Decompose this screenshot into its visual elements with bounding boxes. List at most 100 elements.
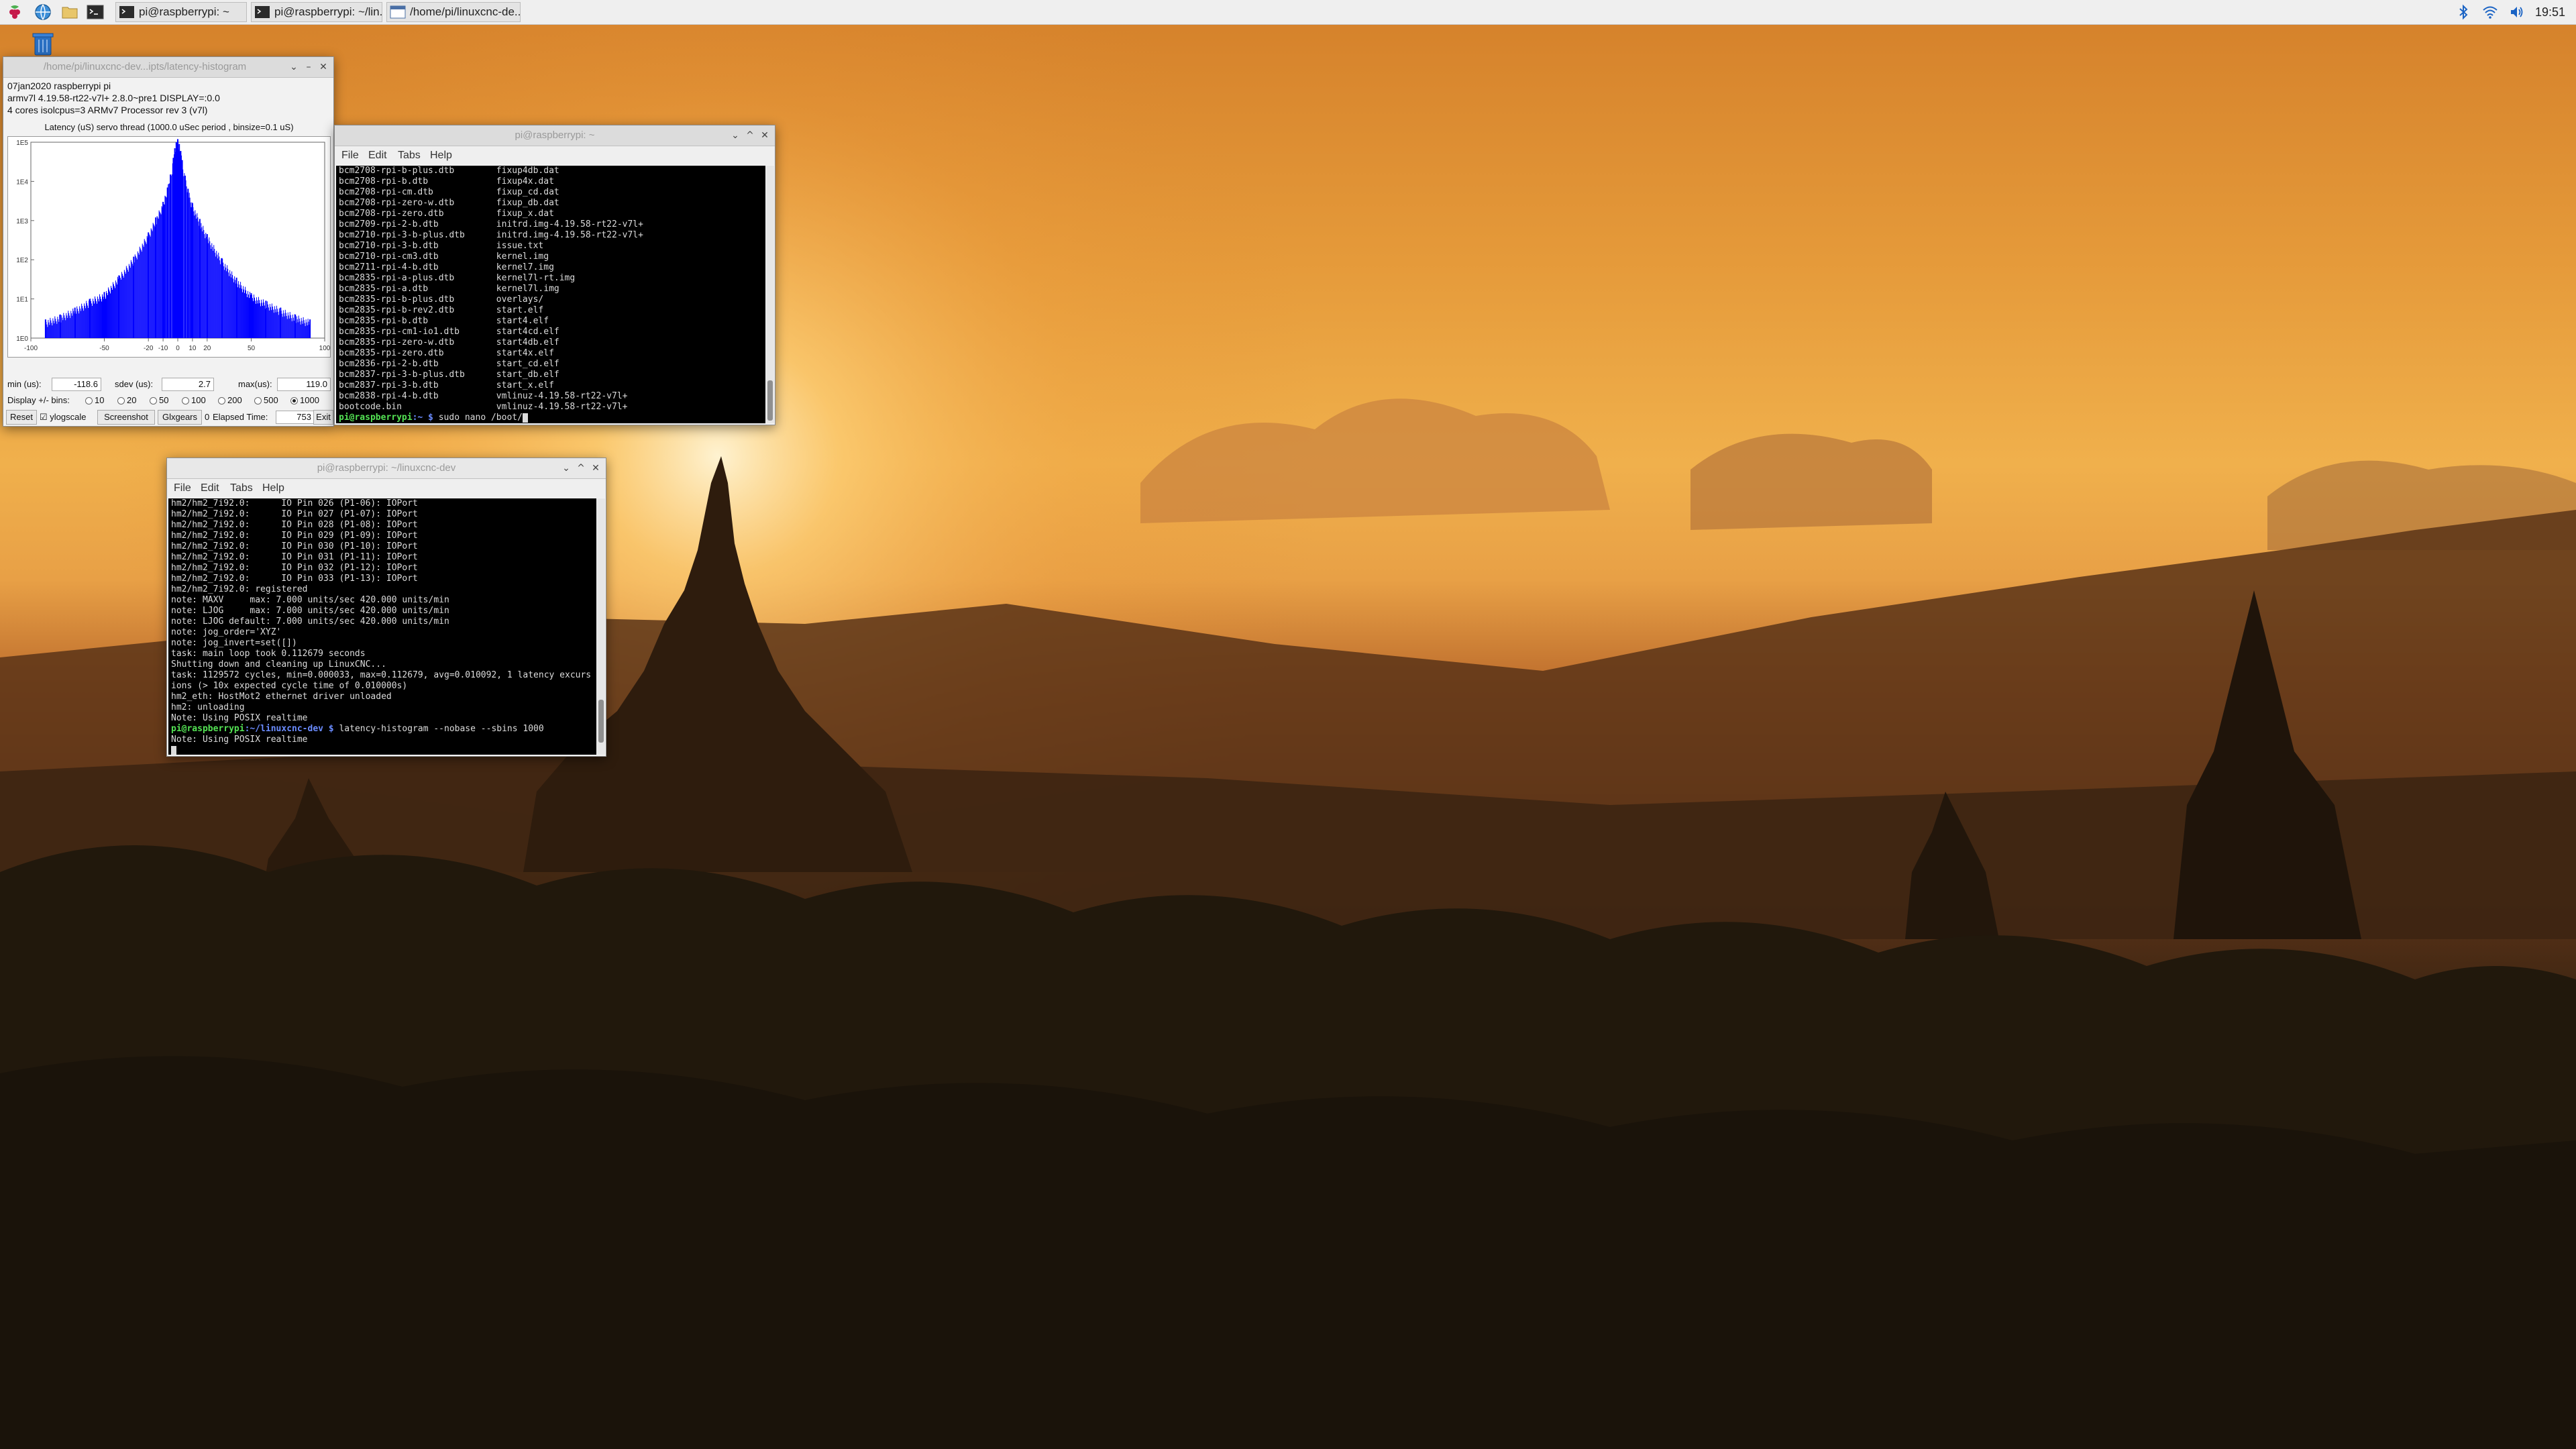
bins-option-10: 10 (95, 395, 105, 405)
exit-button[interactable]: Exit (313, 410, 333, 425)
terminal-line: bcm2836-rpi-2-b.dtb start_cd.elf (339, 359, 559, 369)
max-value: 119.0 (277, 378, 331, 391)
wifi-icon[interactable] (2482, 4, 2498, 20)
minimize-icon[interactable]: – (303, 61, 315, 73)
task-terminal-home[interactable]: pi@raspberrypi: ~ (115, 2, 247, 22)
task-label: /home/pi/linuxcnc-de... (410, 5, 521, 18)
terminal-line: bcm2835-rpi-b.dtb start4.elf (339, 316, 549, 326)
bluetooth-icon[interactable] (2455, 4, 2471, 20)
bins-option-1000: 1000 (300, 395, 319, 405)
sdev-label: sdev (us): (115, 379, 154, 389)
elapsed-label: Elapsed Time: (213, 412, 268, 422)
min-value: -118.6 (52, 378, 101, 391)
menu-file[interactable]: File (174, 479, 191, 498)
scrollbar-thumb[interactable] (767, 380, 773, 421)
terminal-icon (119, 6, 134, 18)
x-tick-label: -20 (144, 345, 154, 352)
terminal-scrollbar[interactable] (597, 498, 605, 755)
terminal-scrollbar[interactable] (766, 166, 774, 423)
terminal-line: bootcode.bin vmlinuz-4.19.58-rt22-v7l+ (339, 402, 628, 412)
terminal-line: bcm2708-rpi-zero.dtb fixup_x.dat (339, 209, 554, 219)
terminal-icon (255, 6, 270, 18)
info-line-date: 07jan2020 raspberrypi pi (7, 80, 111, 91)
file-manager-icon[interactable] (60, 3, 79, 21)
terminal-line: task: 1129572 cycles, min=0.000033, max=… (171, 670, 592, 680)
ylogscale-checkbox[interactable]: ☑ ylogscale (40, 411, 86, 424)
web-browser-icon[interactable] (34, 3, 52, 21)
terminal-output[interactable]: hm2/hm2_7i92.0: IO Pin 026 (P1-06): IOPo… (168, 498, 596, 755)
screenshot-button[interactable]: Screenshot (97, 410, 155, 425)
menu-file[interactable]: File (341, 146, 359, 165)
bins-radio-200[interactable] (218, 397, 225, 405)
close-icon[interactable]: ✕ (317, 61, 329, 73)
terminal-line: hm2_eth: HostMot2 ethernet driver unload… (171, 692, 392, 702)
reset-button[interactable]: Reset (6, 410, 37, 425)
bins-radio-20[interactable] (117, 397, 125, 405)
menu-tabs[interactable]: Tabs (398, 146, 421, 165)
terminal-line: ions (> 10x expected cycle time of 0.010… (171, 681, 408, 691)
terminal-line: bcm2837-rpi-3-b.dtb start_x.elf (339, 380, 554, 390)
window-titlebar[interactable]: pi@raspberrypi: ~ ⌄ ^ ✕ (335, 125, 775, 146)
terminal-cursor (522, 413, 528, 423)
bins-radio-10[interactable] (85, 397, 93, 405)
terminal-line: hm2/hm2_7i92.0: registered (171, 584, 308, 594)
plot-title: Latency (uS) servo thread (1000.0 uSec p… (44, 122, 294, 132)
elapsed-value: 753 (276, 411, 315, 424)
terminal-line: bcm2708-rpi-b.dtb fixup4x.dat (339, 176, 554, 186)
window-titlebar[interactable]: pi@raspberrypi: ~/linuxcnc-dev ⌄ ^ ✕ (167, 458, 606, 479)
terminal-line: hm2/hm2_7i92.0: IO Pin 028 (P1-08): IOPo… (171, 520, 418, 530)
terminal-line: bcm2710-rpi-cm3.dtb kernel.img (339, 252, 549, 262)
scrollbar-thumb[interactable] (598, 700, 604, 743)
menu-help[interactable]: Help (262, 479, 284, 498)
menu-edit[interactable]: Edit (201, 479, 219, 498)
terminal-cursor (171, 745, 176, 755)
glxgears-button[interactable]: Glxgears (158, 410, 202, 425)
bins-option-20: 20 (127, 395, 137, 405)
info-line-cpu: 4 cores isolcpus=3 ARMv7 Processor rev 3… (7, 105, 208, 115)
clock[interactable]: 19:51 (2535, 0, 2565, 24)
y-tick-label: 1E1 (16, 297, 28, 304)
bins-option-200: 200 (227, 395, 242, 405)
minimize-icon[interactable]: ⌄ (729, 129, 741, 142)
terminal-window-home: pi@raspberrypi: ~ ⌄ ^ ✕ File Edit Tabs H… (334, 125, 775, 425)
raspberry-menu-icon[interactable] (5, 3, 24, 21)
terminal-line: hm2/hm2_7i92.0: IO Pin 029 (P1-09): IOPo… (171, 531, 418, 541)
task-terminal-linuxcnc[interactable]: pi@raspberrypi: ~/lin... (251, 2, 382, 22)
maximize-icon[interactable]: ^ (744, 129, 756, 142)
terminal-line: note: LJOG default: 7.000 units/sec 420.… (171, 616, 449, 627)
terminal-line: hm2/hm2_7i92.0: IO Pin 033 (P1-13): IOPo… (171, 574, 418, 584)
minimize-icon[interactable]: ⌄ (560, 462, 572, 474)
terminal-line: note: jog_invert=set([]) (171, 638, 297, 648)
terminal-icon[interactable] (86, 3, 105, 21)
bins-radio-500[interactable] (254, 397, 262, 405)
terminal-line: bcm2835-rpi-cm1-io1.dtb start4cd.elf (339, 327, 559, 337)
menu-chevron-icon[interactable]: ⌄ (288, 61, 300, 73)
terminal-line: bcm2835-rpi-a.dtb kernel7l.img (339, 284, 559, 294)
bins-radio-100[interactable] (182, 397, 189, 405)
bins-radio-1000[interactable] (290, 397, 298, 405)
window-titlebar[interactable]: /home/pi/linuxcnc-dev...ipts/latency-his… (3, 57, 333, 78)
maximize-icon[interactable]: ^ (575, 462, 587, 474)
sdev-value: 2.7 (162, 378, 214, 391)
y-tick-label: 1E4 (16, 178, 28, 186)
x-tick-label: 0 (176, 345, 180, 352)
task-label: pi@raspberrypi: ~/lin... (274, 5, 382, 18)
terminal-line: note: LJOG max: 7.000 units/sec 420.000 … (171, 606, 449, 616)
terminal-output[interactable]: bcm2708-rpi-b-plus.dtb fixup4db.dat bcm27… (336, 166, 765, 423)
menu-help[interactable]: Help (430, 146, 452, 165)
histogram-svg: 1E51E41E31E21E11E0-100 -50 -20 -10 0 10 20 50 10… (16, 139, 331, 352)
menu-tabs[interactable]: Tabs (230, 479, 253, 498)
y-tick-label: 1E0 (16, 335, 28, 343)
min-label: min (us): (7, 379, 42, 389)
trash-icon[interactable] (30, 31, 56, 58)
volume-icon[interactable] (2509, 4, 2525, 20)
terminal-line: bcm2708-rpi-cm.dtb fixup_cd.dat (339, 187, 559, 197)
menu-edit[interactable]: Edit (368, 146, 387, 165)
bins-option-50: 50 (159, 395, 169, 405)
task-latency-histogram[interactable]: /home/pi/linuxcnc-de... (386, 2, 521, 22)
close-icon[interactable]: ✕ (759, 129, 771, 142)
info-line-kernel: armv7l 4.19.58-rt22-v7l+ 2.8.0~pre1 DISP… (7, 93, 220, 103)
close-icon[interactable]: ✕ (590, 462, 602, 474)
bins-radio-50[interactable] (150, 397, 157, 405)
taskbar: pi@raspberrypi: ~ pi@raspberrypi: ~/lin.… (0, 0, 2576, 25)
